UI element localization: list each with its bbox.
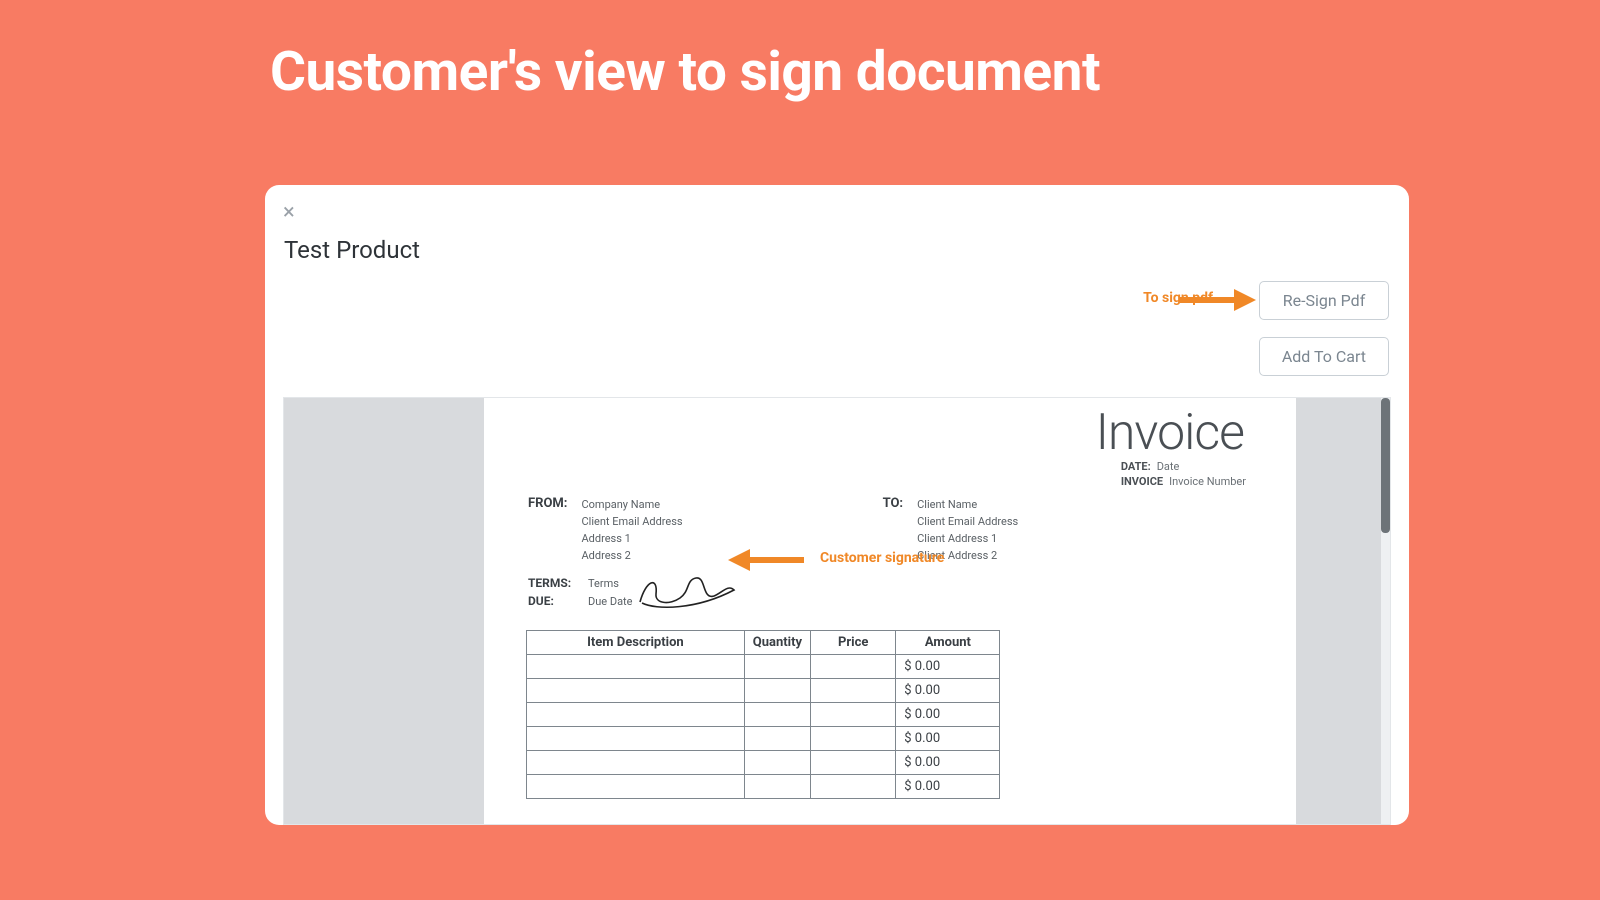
- from-line: Address 2: [581, 547, 682, 564]
- due-label: DUE:: [528, 594, 578, 608]
- from-line: Address 1: [581, 530, 682, 547]
- terms-value: Terms: [588, 576, 619, 590]
- action-button-group: Re-Sign Pdf Add To Cart: [1259, 281, 1389, 376]
- table-row: $ 0.00: [527, 655, 1000, 679]
- scrollbar-thumb[interactable]: [1381, 398, 1390, 533]
- from-line: Client Email Address: [581, 513, 682, 530]
- arrow-left-icon: [728, 546, 806, 578]
- to-line: Client Address 1: [917, 530, 1018, 547]
- invoice-date-label: DATE:: [1121, 460, 1151, 473]
- invoice-line-items-table: Item Description Quantity Price Amount $…: [526, 630, 1000, 799]
- document-viewer: Invoice DATE: Date INVOICE Invoice Numbe…: [283, 397, 1391, 825]
- from-label: FROM:: [528, 496, 567, 564]
- table-row: $ 0.00: [527, 679, 1000, 703]
- resign-pdf-button[interactable]: Re-Sign Pdf: [1259, 281, 1389, 320]
- from-lines: Company Name Client Email Address Addres…: [581, 496, 682, 564]
- scrollbar-track[interactable]: [1381, 398, 1390, 824]
- to-line: Client Name: [917, 496, 1018, 513]
- table-row: $ 0.00: [527, 727, 1000, 751]
- annotation-customer-signature: Customer signature: [820, 550, 944, 566]
- amount-cell: $ 0.00: [896, 751, 1000, 775]
- amount-cell: $ 0.00: [896, 679, 1000, 703]
- from-party: FROM: Company Name Client Email Address …: [528, 496, 683, 564]
- table-row: $ 0.00: [527, 775, 1000, 799]
- table-row: $ 0.00: [527, 703, 1000, 727]
- table-row: $ 0.00: [527, 751, 1000, 775]
- invoice-heading: Invoice: [1096, 404, 1244, 462]
- col-item-description: Item Description: [527, 631, 745, 655]
- invoice-meta: DATE: Date INVOICE Invoice Number: [1121, 460, 1246, 490]
- terms-block: TERMS: Terms DUE: Due Date: [528, 576, 632, 608]
- arrow-right-icon: [1178, 286, 1256, 314]
- due-value: Due Date: [588, 594, 632, 608]
- col-amount: Amount: [896, 631, 1000, 655]
- col-price: Price: [811, 631, 896, 655]
- product-title: Test Product: [284, 236, 420, 264]
- amount-cell: $ 0.00: [896, 655, 1000, 679]
- invoice-number-label: INVOICE: [1121, 475, 1163, 488]
- slide-title: Customer's view to sign document: [270, 40, 1100, 104]
- to-line: Client Email Address: [917, 513, 1018, 530]
- signing-modal: × Test Product To sign pdf Re-Sign Pdf A…: [265, 185, 1409, 825]
- from-line: Company Name: [581, 496, 682, 513]
- invoice-page: Invoice DATE: Date INVOICE Invoice Numbe…: [484, 398, 1296, 824]
- amount-cell: $ 0.00: [896, 727, 1000, 751]
- amount-cell: $ 0.00: [896, 775, 1000, 799]
- invoice-date-value: Date: [1157, 460, 1180, 473]
- add-to-cart-button[interactable]: Add To Cart: [1259, 337, 1389, 376]
- amount-cell: $ 0.00: [896, 703, 1000, 727]
- invoice-number-value: Invoice Number: [1169, 475, 1246, 488]
- table-header-row: Item Description Quantity Price Amount: [527, 631, 1000, 655]
- col-quantity: Quantity: [744, 631, 810, 655]
- close-button[interactable]: ×: [283, 202, 295, 224]
- terms-label: TERMS:: [528, 576, 578, 590]
